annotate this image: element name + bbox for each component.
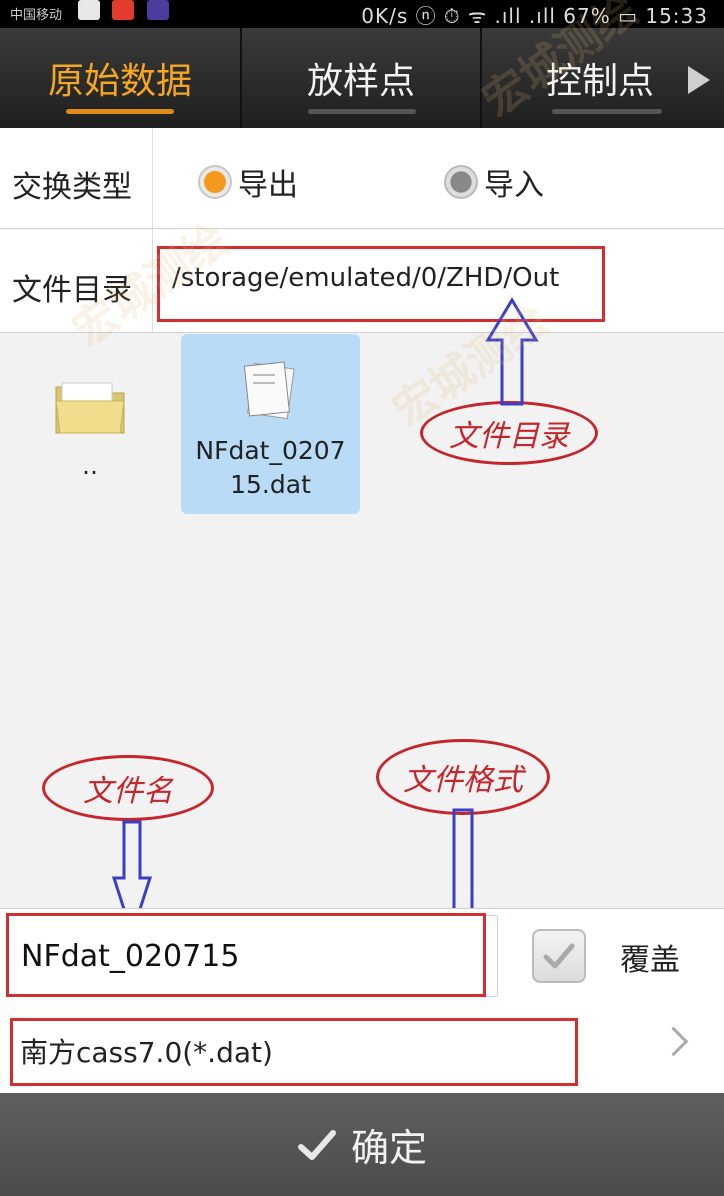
tab-indicator (552, 109, 662, 114)
status-bar: 中国移动 0K/s ⓝ ⏱ ᯤ .ıll .ıll 67% ▭ 15:33 (0, 0, 724, 28)
confirm-button[interactable]: 确定 (0, 1093, 724, 1196)
row-divider (152, 128, 153, 228)
tab-indicator (308, 109, 416, 114)
file-browser: .. NFdat_0207 15.dat 文件目录 文件名 文件格式 (0, 333, 724, 907)
annotation-directory: 文件目录 (420, 401, 598, 465)
exchange-type-label: 交换类型 (12, 170, 132, 205)
up-arrow-icon (485, 297, 539, 406)
chevron-right-icon (658, 1026, 689, 1057)
filename-highlight-box (6, 913, 486, 997)
video-app-icon (146, 0, 169, 20)
status-indicators: 0K/s ⓝ ⏱ ᯤ .ıll .ıll 67% ▭ 15:33 (361, 4, 708, 28)
exchange-type-row: 交换类型 导出 导入 (0, 128, 724, 229)
tab-stakeout-points[interactable]: 放样点 (242, 28, 480, 128)
file-name-line-2: 15.dat (230, 470, 311, 499)
scroll-right-icon[interactable] (688, 66, 710, 94)
radio-label: 导入 (484, 168, 544, 203)
weibo-icon (78, 0, 100, 20)
tab-indicator (66, 109, 174, 114)
file-name: .. (82, 451, 98, 480)
check-icon (297, 1129, 336, 1160)
confirm-label: 确定 (350, 1126, 427, 1170)
file-name-line-1: NFdat_0207 (195, 436, 346, 465)
file-item[interactable]: NFdat_0207 15.dat (181, 334, 360, 514)
annotation-format: 文件格式 (376, 739, 550, 815)
tab-label: 控制点 (545, 61, 654, 102)
radio-selected-icon (198, 165, 232, 199)
folder-up-item[interactable]: .. (0, 333, 180, 513)
overwrite-label: 覆盖 (620, 943, 680, 978)
radio-import[interactable]: 导入 (444, 160, 544, 204)
format-highlight-box (10, 1018, 578, 1086)
tab-label: 放样点 (306, 61, 415, 102)
document-icon (243, 361, 295, 420)
carrier-name: 中国移动 (10, 8, 63, 23)
radio-export[interactable]: 导出 (198, 160, 298, 204)
notification-icons (78, 0, 175, 22)
directory-label: 文件目录 (12, 273, 132, 308)
weibo-app-icon (112, 0, 135, 20)
row-divider (152, 229, 153, 332)
checkmark-icon (543, 943, 575, 969)
radio-label: 导出 (238, 168, 298, 203)
tab-label: 原始数据 (47, 61, 192, 102)
radio-unselected-icon (444, 165, 478, 199)
tab-control-points[interactable]: 控制点 (482, 28, 682, 128)
tab-bar: 原始数据 放样点 控制点 (0, 28, 724, 128)
folder-icon (55, 382, 125, 434)
tab-raw-data[interactable]: 原始数据 (0, 28, 240, 128)
overwrite-checkbox[interactable] (532, 929, 586, 983)
annotation-filename: 文件名 (42, 755, 214, 821)
